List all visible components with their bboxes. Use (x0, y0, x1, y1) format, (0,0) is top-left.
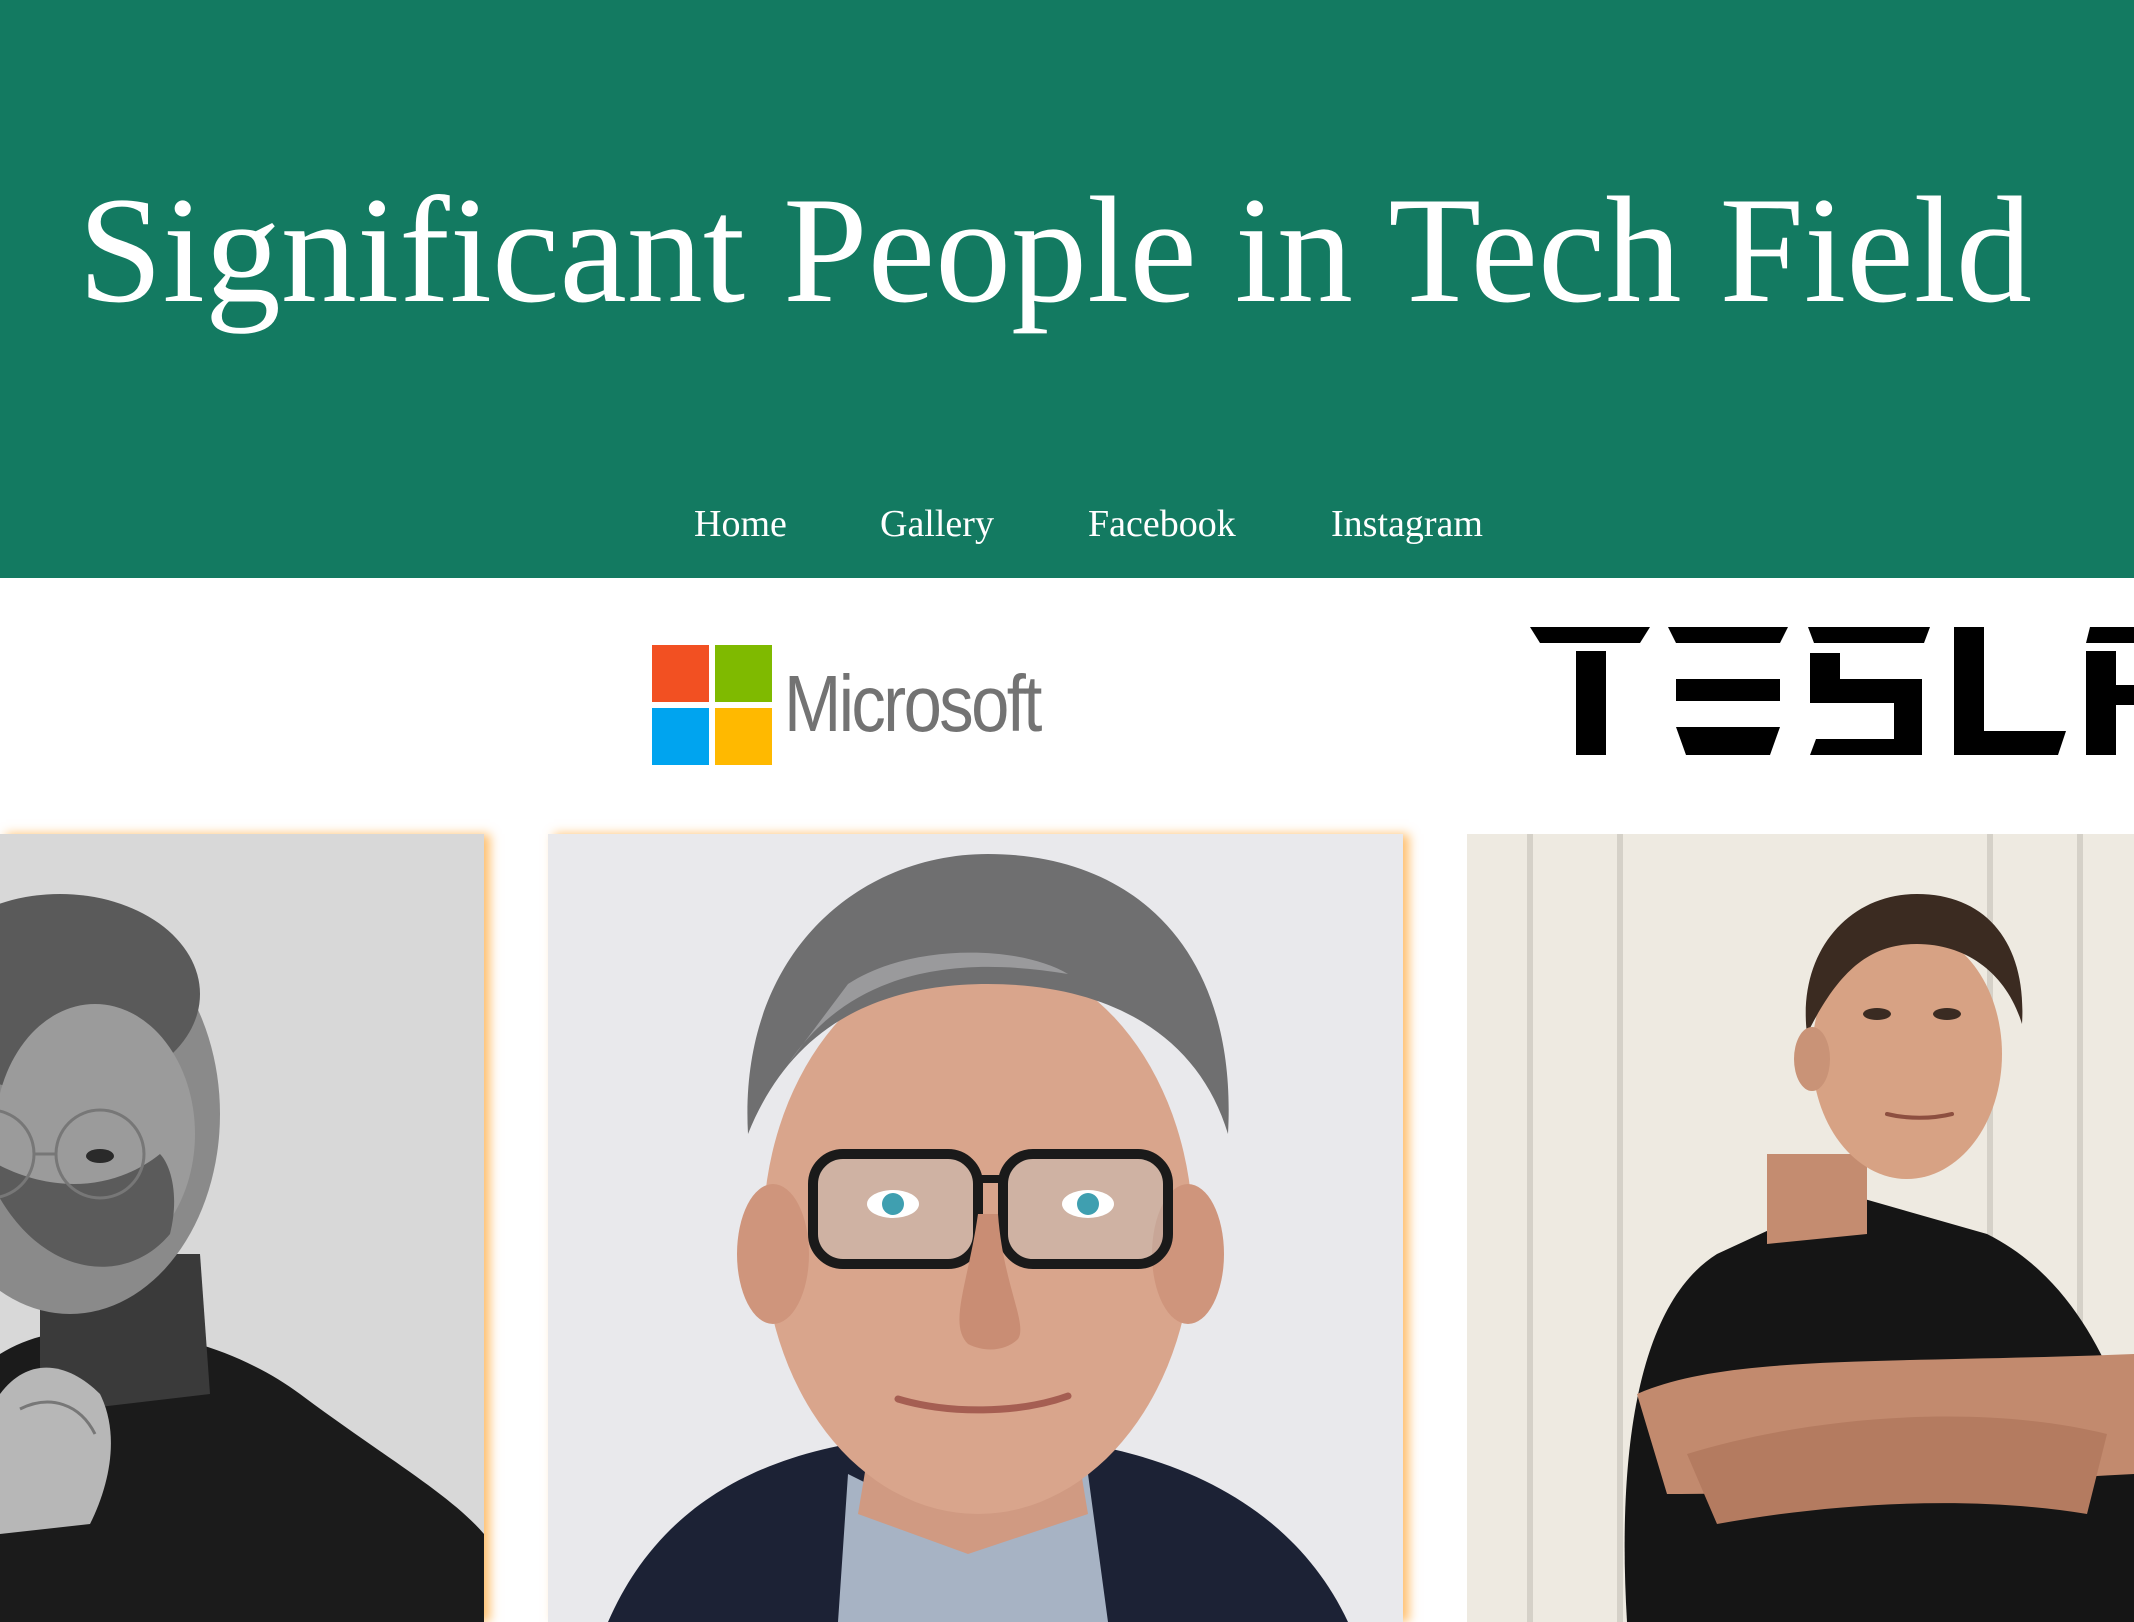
microsoft-logo: Microsoft (652, 645, 1042, 767)
photo-steve-jobs[interactable] (0, 834, 484, 1622)
main-nav: Home Gallery Facebook Instagram (0, 494, 2134, 554)
nav-link-instagram[interactable]: Instagram (1331, 494, 1483, 554)
logo-row: Microsoft (0, 578, 2134, 834)
photo-elon-musk[interactable] (1467, 834, 2134, 1622)
nav-link-facebook[interactable]: Facebook (1088, 494, 1236, 554)
portrait-image (1467, 834, 2134, 1622)
page-title: Significant People in Tech Field (78, 166, 2032, 334)
photo-bill-gates[interactable] (548, 834, 1403, 1622)
portrait-image (548, 834, 1403, 1622)
nav-link-gallery[interactable]: Gallery (880, 494, 994, 554)
site-header: Significant People in Tech Field Home Ga… (0, 0, 2134, 578)
tesla-wordmark-icon (1530, 627, 2134, 755)
portrait-image (0, 834, 484, 1622)
nav-link-home[interactable]: Home (694, 494, 787, 554)
photo-gallery (0, 834, 2134, 1622)
tesla-logo (1530, 627, 2134, 755)
microsoft-wordmark: Microsoft (784, 659, 1042, 748)
microsoft-grid-icon (652, 645, 772, 765)
